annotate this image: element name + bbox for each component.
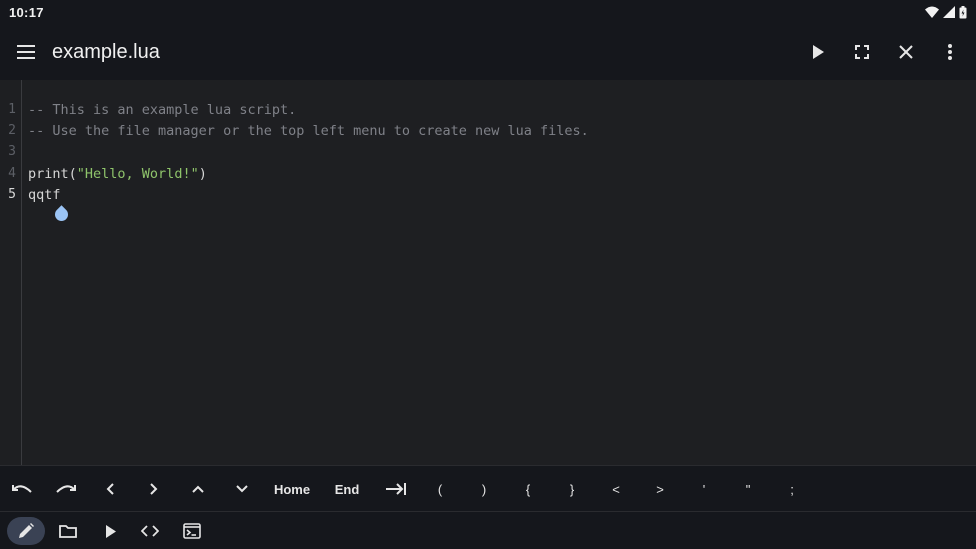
line-number: 2 [8, 123, 16, 138]
code-token-paren: ) [198, 166, 207, 182]
arrow-right-key[interactable] [136, 466, 172, 512]
app-bar: example.lua [0, 24, 976, 80]
line-number: 3 [8, 144, 16, 159]
nav-code[interactable] [134, 517, 166, 545]
brace-close-key[interactable]: } [554, 466, 590, 512]
status-bar: 10:17 [0, 0, 976, 24]
code-line[interactable]: print("Hello, World!") [28, 166, 207, 182]
arrow-up-key[interactable] [180, 466, 216, 512]
wifi-icon [925, 6, 939, 18]
nav-editor[interactable] [7, 517, 45, 545]
pencil-icon [18, 523, 34, 539]
status-time: 10:17 [9, 4, 44, 20]
bottom-navigation [0, 511, 976, 549]
tab-icon [386, 482, 406, 496]
code-line[interactable]: -- This is an example lua script. [28, 102, 296, 118]
double-quote-key[interactable]: " [730, 466, 766, 512]
play-icon [105, 524, 116, 538]
fullscreen-button[interactable] [840, 24, 884, 80]
extra-keys-bar: Home End ( ) { } < > ' " ; [0, 465, 976, 511]
chevron-left-icon [106, 483, 114, 495]
semicolon-key[interactable]: ; [774, 466, 810, 512]
folder-icon [59, 524, 77, 538]
menu-icon [17, 45, 35, 59]
close-icon [899, 45, 913, 59]
brace-open-key[interactable]: { [510, 466, 546, 512]
text-cursor-handle[interactable] [52, 205, 71, 224]
redo-icon [56, 483, 76, 495]
less-than-key[interactable]: < [598, 466, 634, 512]
paren-open-key[interactable]: ( [422, 466, 458, 512]
line-number-gutter: 1 2 3 4 5 [0, 80, 22, 465]
file-title: example.lua [52, 40, 160, 63]
more-options-button[interactable] [928, 24, 972, 80]
code-token-string: "Hello, World!" [76, 166, 199, 182]
redo-key[interactable] [48, 466, 84, 512]
play-icon [812, 45, 824, 59]
tab-key[interactable] [376, 466, 416, 512]
more-vert-icon [948, 44, 952, 60]
undo-icon [12, 483, 32, 495]
status-icons [925, 5, 967, 19]
fullscreen-icon [855, 45, 869, 59]
single-quote-key[interactable]: ' [686, 466, 722, 512]
nav-terminal[interactable] [176, 517, 208, 545]
terminal-icon [183, 523, 201, 539]
code-editor[interactable]: 1 2 3 4 5 -- This is an example lua scri… [0, 80, 976, 465]
line-number-active: 5 [8, 187, 16, 202]
close-button[interactable] [884, 24, 928, 80]
end-key[interactable]: End [326, 466, 368, 512]
code-line[interactable]: -- Use the file manager or the top left … [28, 123, 589, 139]
run-button[interactable] [796, 24, 840, 80]
code-token-call: print( [28, 166, 77, 182]
nav-files[interactable] [52, 517, 84, 545]
arrow-left-key[interactable] [92, 466, 128, 512]
code-line-current[interactable]: qqtf [28, 187, 61, 203]
chevron-down-icon [236, 485, 248, 493]
chevron-up-icon [192, 485, 204, 493]
line-number: 1 [8, 102, 16, 117]
undo-key[interactable] [4, 466, 40, 512]
appbar-actions [796, 24, 972, 80]
line-number: 4 [8, 166, 16, 181]
home-key[interactable]: Home [268, 466, 316, 512]
signal-icon [943, 6, 955, 18]
nav-run[interactable] [94, 517, 126, 545]
greater-than-key[interactable]: > [642, 466, 678, 512]
code-icon [141, 525, 159, 537]
paren-close-key[interactable]: ) [466, 466, 502, 512]
chevron-right-icon [150, 483, 158, 495]
battery-icon [959, 5, 967, 19]
arrow-down-key[interactable] [224, 466, 260, 512]
menu-button[interactable] [0, 24, 52, 80]
